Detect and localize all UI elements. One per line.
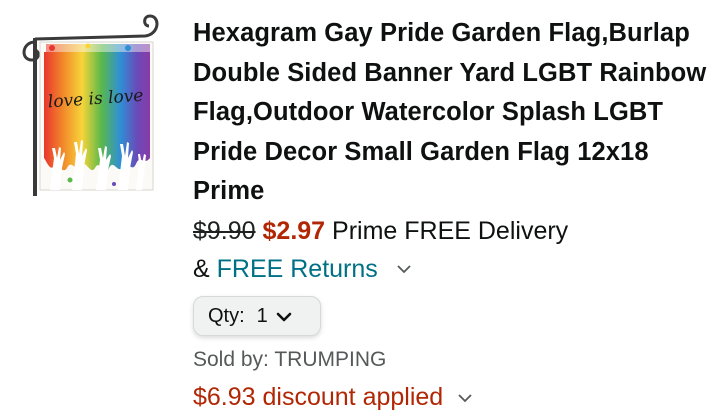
- quantity-selector[interactable]: Qty: 1: [193, 296, 321, 336]
- returns-line: & FREE Returns: [193, 250, 708, 289]
- product-title[interactable]: Hexagram Gay Pride Garden Flag,Burlap Do…: [193, 14, 708, 212]
- free-returns-link[interactable]: FREE Returns: [217, 255, 378, 283]
- original-price: $9.90: [193, 216, 256, 245]
- rainbow-garden-flag-image: love is love: [22, 14, 159, 196]
- chevron-down-icon[interactable]: [397, 247, 411, 285]
- chevron-down-icon[interactable]: [458, 378, 472, 412]
- product-info: Hexagram Gay Pride Garden Flag,Burlap Do…: [193, 14, 708, 289]
- discount-applied[interactable]: $6.93 discount applied: [193, 380, 472, 412]
- product-image[interactable]: love is love: [10, 8, 178, 198]
- delivery-text: Prime FREE Delivery: [332, 216, 569, 245]
- sold-by-text: Sold by: TRUMPING: [193, 348, 387, 371]
- current-price: $2.97: [262, 216, 326, 245]
- chevron-down-icon: [276, 306, 292, 329]
- price-line: $9.90 $2.97 Prime FREE Delivery: [193, 212, 708, 250]
- discount-text: $6.93 discount applied: [193, 383, 444, 411]
- returns-prefix: &: [193, 254, 217, 283]
- quantity-label: Qty:: [208, 304, 245, 327]
- quantity-value: 1: [256, 304, 268, 327]
